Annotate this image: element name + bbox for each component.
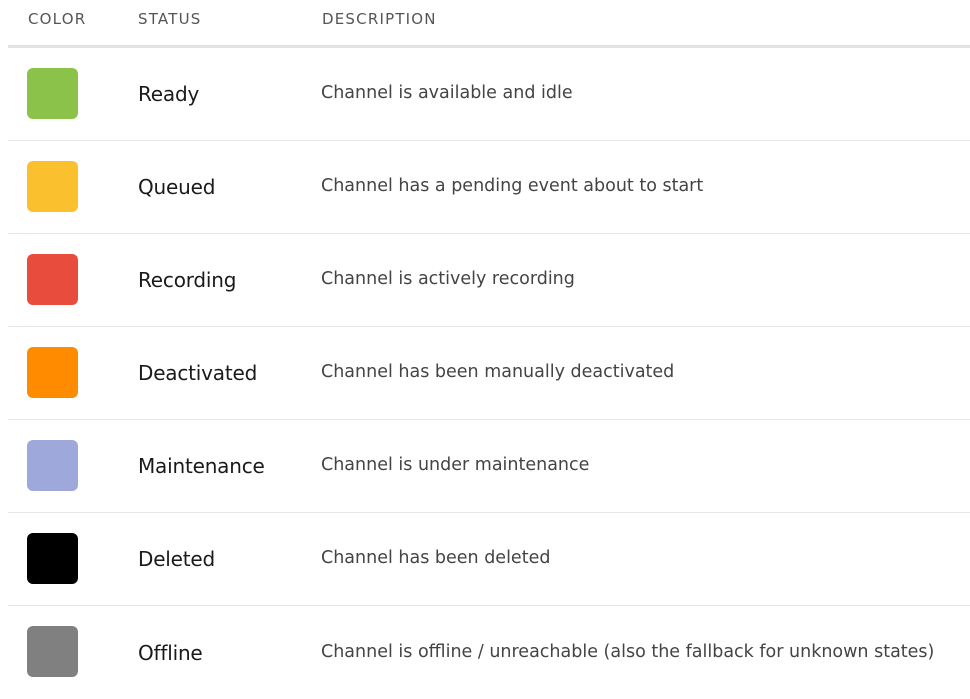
status-description: Channel is available and idle	[321, 83, 573, 104]
status-description: Channel has been manually deactivated	[321, 362, 675, 383]
table-row: Maintenance Channel is under maintenance	[8, 420, 970, 513]
table-row: Offline Channel is offline / unreachable…	[8, 606, 970, 699]
status-label: Ready	[138, 82, 200, 106]
table-row: Recording Channel is actively recording	[8, 234, 970, 327]
table-row: Deleted Channel has been deleted	[8, 513, 970, 606]
status-label: Offline	[138, 640, 203, 665]
status-description: Channel is under maintenance	[321, 455, 590, 476]
color-swatch	[27, 161, 78, 212]
status-label: Recording	[138, 268, 237, 292]
status-label: Maintenance	[138, 454, 265, 478]
column-header-color: COLOR	[28, 10, 87, 28]
color-swatch	[27, 626, 78, 677]
status-label: Queued	[138, 175, 216, 199]
table-row: Deactivated Channel has been manually de…	[8, 327, 970, 420]
status-description: Channel has a pending event about to sta…	[321, 176, 704, 197]
column-header-status: STATUS	[138, 10, 202, 28]
color-swatch	[27, 254, 78, 305]
status-label: Deactivated	[138, 361, 258, 385]
status-description: Channel is actively recording	[321, 269, 575, 290]
status-description: Channel is offline / unreachable (also t…	[321, 641, 935, 662]
table-row: Queued Channel has a pending event about…	[8, 141, 970, 234]
color-swatch	[27, 68, 78, 119]
status-label: Deleted	[138, 547, 216, 571]
table-header-row: COLOR STATUS DESCRIPTION	[8, 0, 970, 48]
table-row: Ready Channel is available and idle	[8, 48, 970, 141]
status-legend-table: COLOR STATUS DESCRIPTION Ready Channel i…	[8, 0, 970, 699]
color-swatch	[27, 533, 78, 584]
color-swatch	[27, 440, 78, 491]
color-swatch	[27, 347, 78, 398]
column-header-description: DESCRIPTION	[322, 10, 437, 28]
status-description: Channel has been deleted	[321, 548, 551, 569]
